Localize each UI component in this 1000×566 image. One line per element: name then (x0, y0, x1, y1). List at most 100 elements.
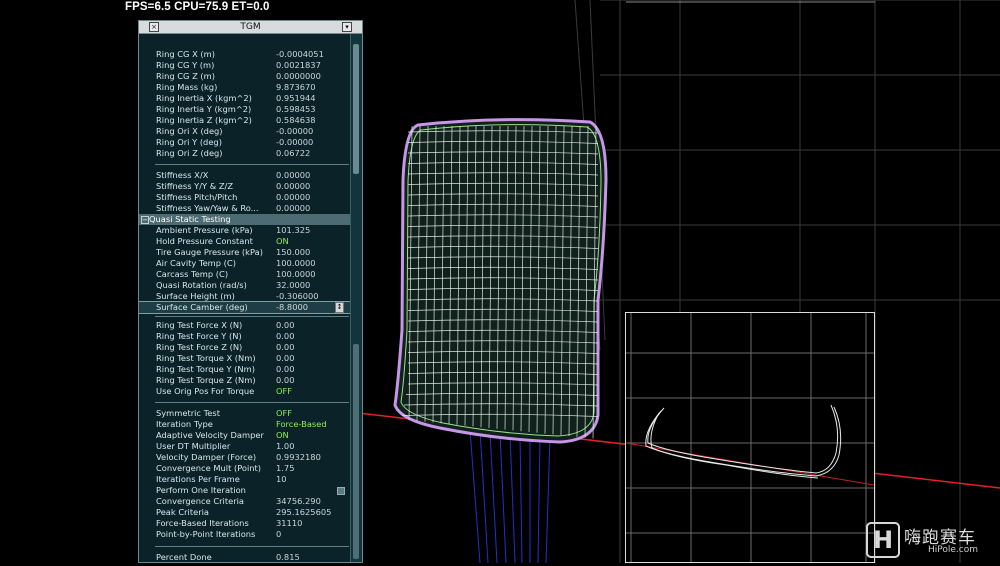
property-value[interactable]: 32.0000 (276, 280, 310, 291)
property-row-force-based-iterations[interactable]: Force-Based Iterations 31110 (139, 518, 351, 529)
property-row-surface-height-m[interactable]: Surface Height (m) -0.306000 (139, 291, 351, 302)
property-row-ambient-pressure-kpa[interactable]: Ambient Pressure (kPa) 101.325 (139, 225, 351, 236)
property-value[interactable]: 100.0000 (276, 269, 316, 280)
property-label: Ring Inertia X (kgm^2) (156, 93, 252, 103)
property-row-peak-criteria[interactable]: Peak Criteria 295.1625605 (139, 507, 351, 518)
property-row-air-cavity-temp-c[interactable]: Air Cavity Temp (C) 100.0000 (139, 258, 351, 269)
property-value[interactable]: 10 (276, 474, 287, 485)
property-row-ring-test-force-x-n[interactable]: Ring Test Force X (N) 0.00 (139, 320, 351, 331)
property-value[interactable]: ON (276, 430, 289, 441)
property-value[interactable]: 0.00000 (276, 192, 310, 203)
property-row-ring-ori-x-deg[interactable]: Ring Ori X (deg) -0.00000 (139, 126, 351, 137)
property-value[interactable]: 100.0000 (276, 258, 316, 269)
property-row-symmetric-test[interactable]: Symmetric Test OFF (139, 408, 351, 419)
property-row-convergence-mult-point[interactable]: Convergence Mult (Point) 1.75 (139, 463, 351, 474)
collapse-toggle-icon[interactable]: − (141, 216, 149, 224)
property-row-perform-one-iteration[interactable]: Perform One Iteration (139, 485, 351, 496)
property-value[interactable]: 31110 (276, 518, 302, 529)
scrollbar-thumb[interactable] (353, 44, 359, 174)
property-value[interactable]: 295.1625605 (276, 507, 331, 518)
property-row-ring-ori-y-deg[interactable]: Ring Ori Y (deg) -0.00000 (139, 137, 351, 148)
property-row-ring-inertia-z-kgm-2[interactable]: Ring Inertia Z (kgm^2) 0.584638 (139, 115, 351, 126)
property-row-ring-cg-x-m[interactable]: Ring CG X (m) -0.0004051 (139, 49, 351, 60)
property-value[interactable]: 0.00000 (276, 170, 310, 181)
property-value[interactable]: 9.873670 (276, 82, 316, 93)
property-value[interactable]: 0.06722 (276, 148, 310, 159)
property-value[interactable]: -8.8000 (276, 302, 308, 313)
property-value[interactable]: 34756.290 (276, 496, 321, 507)
property-row-stiffness-yaw-yaw-ro[interactable]: Stiffness Yaw/Yaw & Ro... 0.00000 (139, 203, 351, 214)
property-value[interactable]: ON (276, 236, 289, 247)
property-row-carcass-temp-c[interactable]: Carcass Temp (C) 100.0000 (139, 269, 351, 280)
property-row-percent-done[interactable]: Percent Done 0.815 (139, 552, 351, 562)
property-value[interactable]: 0.00000 (276, 181, 310, 192)
perform-iteration-checkbox[interactable] (337, 487, 345, 495)
property-row-adaptive-velocity-damper[interactable]: Adaptive Velocity Damper ON (139, 430, 351, 441)
tire-profile-inset[interactable] (625, 312, 875, 563)
property-value[interactable]: -0.0004051 (276, 49, 324, 60)
property-label: Adaptive Velocity Damper (156, 430, 264, 440)
property-row-ring-mass-kg[interactable]: Ring Mass (kg) 9.873670 (139, 82, 351, 93)
property-value[interactable]: 150.000 (276, 247, 310, 258)
property-value[interactable]: -0.00000 (276, 126, 313, 137)
property-value[interactable]: 0.0021837 (276, 60, 321, 71)
property-value[interactable]: 0 (276, 529, 281, 540)
property-value[interactable]: 0.00 (276, 353, 294, 364)
property-label: Point-by-Point Iterations (156, 529, 256, 539)
property-label: Perform One Iteration (156, 485, 246, 495)
property-row-quasi-rotation-rad-s[interactable]: Quasi Rotation (rad/s) 32.0000 (139, 280, 351, 291)
property-row-ring-inertia-x-kgm-2[interactable]: Ring Inertia X (kgm^2) 0.951944 (139, 93, 351, 104)
property-row-hold-pressure-constant[interactable]: Hold Pressure Constant ON (139, 236, 351, 247)
property-row-stiffness-pitch-pitch[interactable]: Stiffness Pitch/Pitch 0.00000 (139, 192, 351, 203)
property-value[interactable]: 0.00 (276, 375, 294, 386)
property-value[interactable]: 0.815 (276, 552, 300, 562)
property-value[interactable]: -0.306000 (276, 291, 319, 302)
property-value[interactable]: Force-Based (276, 419, 327, 430)
section-divider (155, 402, 349, 403)
property-row-ring-test-torque-z-nm[interactable]: Ring Test Torque Z (Nm) 0.00 (139, 375, 351, 386)
property-value[interactable]: OFF (276, 386, 292, 397)
property-value[interactable]: 1.00 (276, 441, 294, 452)
property-value[interactable]: 0.584638 (276, 115, 316, 126)
property-value[interactable]: 0.598453 (276, 104, 316, 115)
property-value[interactable]: 0.00 (276, 320, 294, 331)
property-value[interactable]: 0.00 (276, 331, 294, 342)
property-row-ring-test-force-y-n[interactable]: Ring Test Force Y (N) 0.00 (139, 331, 351, 342)
property-row-convergence-criteria[interactable]: Convergence Criteria 34756.290 (139, 496, 351, 507)
panel-menu-icon[interactable]: ▾ (342, 22, 352, 32)
property-row-ring-test-torque-x-nm[interactable]: Ring Test Torque X (Nm) 0.00 (139, 353, 351, 364)
property-value[interactable]: 0.00 (276, 364, 294, 375)
property-value[interactable]: 101.325 (276, 225, 310, 236)
property-row-iterations-per-frame[interactable]: Iterations Per Frame 10 (139, 474, 351, 485)
property-label: Tire Gauge Pressure (kPa) (156, 247, 263, 257)
property-row-use-orig-pos-for-torque[interactable]: Use Orig Pos For Torque OFF (139, 386, 351, 397)
property-value[interactable]: 0.9932180 (276, 452, 321, 463)
property-value[interactable]: 1.75 (276, 463, 294, 474)
property-row-surface-camber-deg[interactable]: Surface Camber (deg) -8.8000 ↕ (139, 301, 352, 314)
property-row-iteration-type[interactable]: Iteration Type Force-Based (139, 419, 351, 430)
property-value[interactable]: -0.00000 (276, 137, 313, 148)
property-value[interactable]: OFF (276, 408, 292, 419)
property-row-tire-gauge-pressure-kpa[interactable]: Tire Gauge Pressure (kPa) 150.000 (139, 247, 351, 258)
property-row-ring-cg-y-m[interactable]: Ring CG Y (m) 0.0021837 (139, 60, 351, 71)
property-value[interactable]: 0.951944 (276, 93, 316, 104)
property-row-velocity-damper-force[interactable]: Velocity Damper (Force) 0.9932180 (139, 452, 351, 463)
property-row-stiffness-y-y-z-z[interactable]: Stiffness Y/Y & Z/Z 0.00000 (139, 181, 351, 192)
property-row-ring-cg-z-m[interactable]: Ring CG Z (m) 0.0000000 (139, 71, 351, 82)
panel-scrollbar[interactable] (350, 34, 362, 562)
property-row-ring-ori-z-deg[interactable]: Ring Ori Z (deg) 0.06722 (139, 148, 351, 159)
group-header-quasi-static-testing[interactable]: − Quasi Static Testing (139, 214, 351, 225)
property-value[interactable]: 0.00 (276, 342, 294, 353)
panel-close-icon[interactable]: × (149, 22, 159, 32)
property-row-ring-inertia-y-kgm-2[interactable]: Ring Inertia Y (kgm^2) 0.598453 (139, 104, 351, 115)
property-value[interactable]: 0.0000000 (276, 71, 321, 82)
panel-titlebar[interactable]: × TGM ▾ (139, 21, 362, 34)
property-row-ring-test-force-z-n[interactable]: Ring Test Force Z (N) 0.00 (139, 342, 351, 353)
property-value[interactable]: 0.00000 (276, 203, 310, 214)
property-row-point-by-point-iterations[interactable]: Point-by-Point Iterations 0 (139, 529, 351, 540)
property-row-stiffness-x-x[interactable]: Stiffness X/X 0.00000 (139, 170, 351, 181)
property-row-user-dt-multiplier[interactable]: User DT Multiplier 1.00 (139, 441, 351, 452)
spinner-arrows-icon[interactable]: ↕ (335, 302, 344, 313)
property-row-ring-test-torque-y-nm[interactable]: Ring Test Torque Y (Nm) 0.00 (139, 364, 351, 375)
tgm-panel[interactable]: × TGM ▾ Ring CG X (m) -0.0004051 Ring CG Y… (138, 20, 363, 563)
